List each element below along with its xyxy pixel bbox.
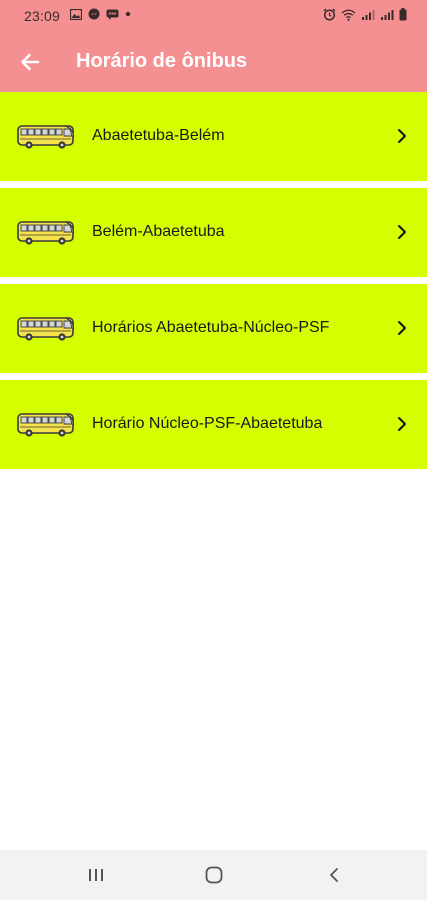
wifi-icon: [341, 9, 356, 21]
bus-icon: [17, 125, 75, 149]
route-item-belem-abaetetuba[interactable]: Belém-Abaetetuba: [0, 188, 427, 277]
home-icon: [205, 866, 223, 884]
signal-icon: [362, 9, 375, 20]
chevron-right-icon: [398, 321, 406, 335]
arrow-left-icon: [21, 53, 40, 71]
route-item-nucleo-psf-abaetetuba[interactable]: Horário Núcleo-PSF-Abaetetuba: [0, 380, 427, 469]
status-time: 23:09: [24, 8, 61, 24]
route-item-abaetetuba-belem[interactable]: Abaetetuba-Belém: [0, 92, 427, 181]
alarm-icon: [323, 8, 336, 21]
status-right-icons: [323, 8, 407, 21]
bus-icon: [17, 413, 75, 437]
recent-apps-icon: [89, 869, 103, 881]
route-item-abaetetuba-nucleo-psf[interactable]: Horários Abaetetuba-Núcleo-PSF: [0, 284, 427, 373]
dot-icon: [125, 11, 131, 17]
nav-back-button[interactable]: [314, 862, 354, 888]
app-bar: 23:09 Horário de ônibus: [0, 0, 427, 92]
back-button[interactable]: [14, 46, 46, 78]
bus-icon: [17, 317, 75, 341]
chevron-right-icon: [398, 129, 406, 143]
status-bar: 23:09: [0, 0, 427, 32]
bus-icon: [17, 221, 75, 245]
battery-icon: [399, 8, 407, 21]
route-label: Horários Abaetetuba-Núcleo-PSF: [92, 319, 330, 336]
route-label: Horário Núcleo-PSF-Abaetetuba: [92, 415, 323, 432]
system-nav-bar: [0, 850, 427, 900]
toolbar: Horário de ônibus: [0, 32, 427, 92]
chat-icon: [106, 9, 119, 20]
signal-icon: [381, 9, 394, 20]
image-icon: [70, 8, 82, 20]
recent-apps-button[interactable]: [76, 862, 116, 888]
back-icon: [330, 868, 338, 882]
route-label: Belém-Abaetetuba: [92, 223, 225, 240]
chevron-right-icon: [398, 417, 406, 431]
page-title: Horário de ônibus: [76, 50, 248, 72]
home-button[interactable]: [194, 862, 234, 888]
route-label: Abaetetuba-Belém: [92, 127, 225, 144]
messenger-icon: [88, 8, 100, 20]
chevron-right-icon: [398, 225, 406, 239]
status-left-icons: [70, 8, 131, 20]
route-list: Abaetetuba-Belém Belém-Abaetetuba Horári…: [0, 92, 427, 476]
